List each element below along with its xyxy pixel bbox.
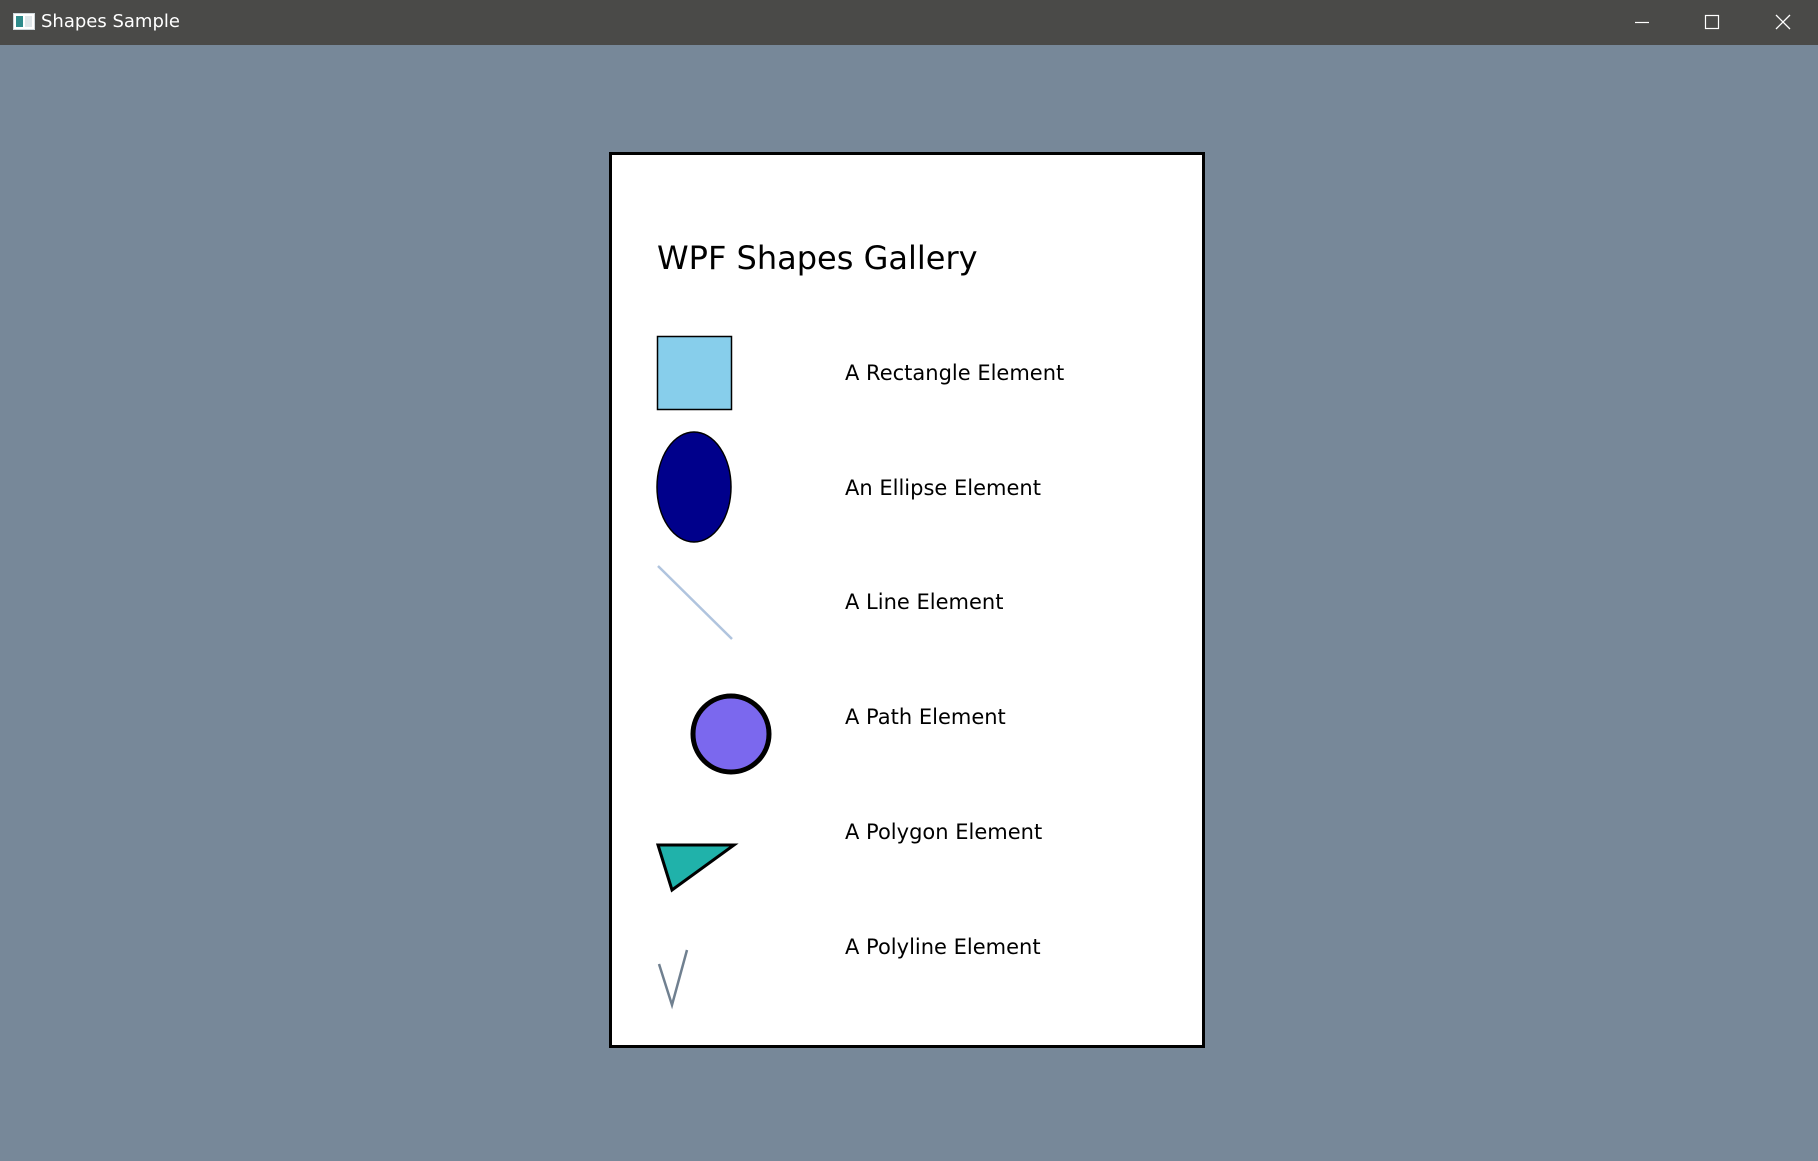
- title-bar[interactable]: Shapes Sample: [0, 0, 1818, 45]
- close-button[interactable]: [1748, 0, 1818, 45]
- app-window: Shapes Sample WPF Shapes Gallery A Recta…: [0, 0, 1818, 1161]
- gallery-title: WPF Shapes Gallery: [657, 239, 978, 277]
- minimize-icon: [1635, 21, 1649, 24]
- polygon-label: A Polygon Element: [845, 820, 1043, 844]
- path-label: A Path Element: [845, 705, 1006, 729]
- rectangle-label: A Rectangle Element: [845, 361, 1065, 385]
- close-icon: [1775, 14, 1791, 30]
- minimize-button[interactable]: [1607, 0, 1677, 45]
- ellipse-label: An Ellipse Element: [845, 476, 1041, 500]
- window-title: Shapes Sample: [41, 11, 180, 32]
- app-window-icon: [13, 13, 35, 30]
- maximize-icon: [1704, 14, 1720, 30]
- polyline-label: A Polyline Element: [845, 935, 1041, 959]
- maximize-button[interactable]: [1677, 0, 1747, 45]
- line-label: A Line Element: [845, 590, 1004, 614]
